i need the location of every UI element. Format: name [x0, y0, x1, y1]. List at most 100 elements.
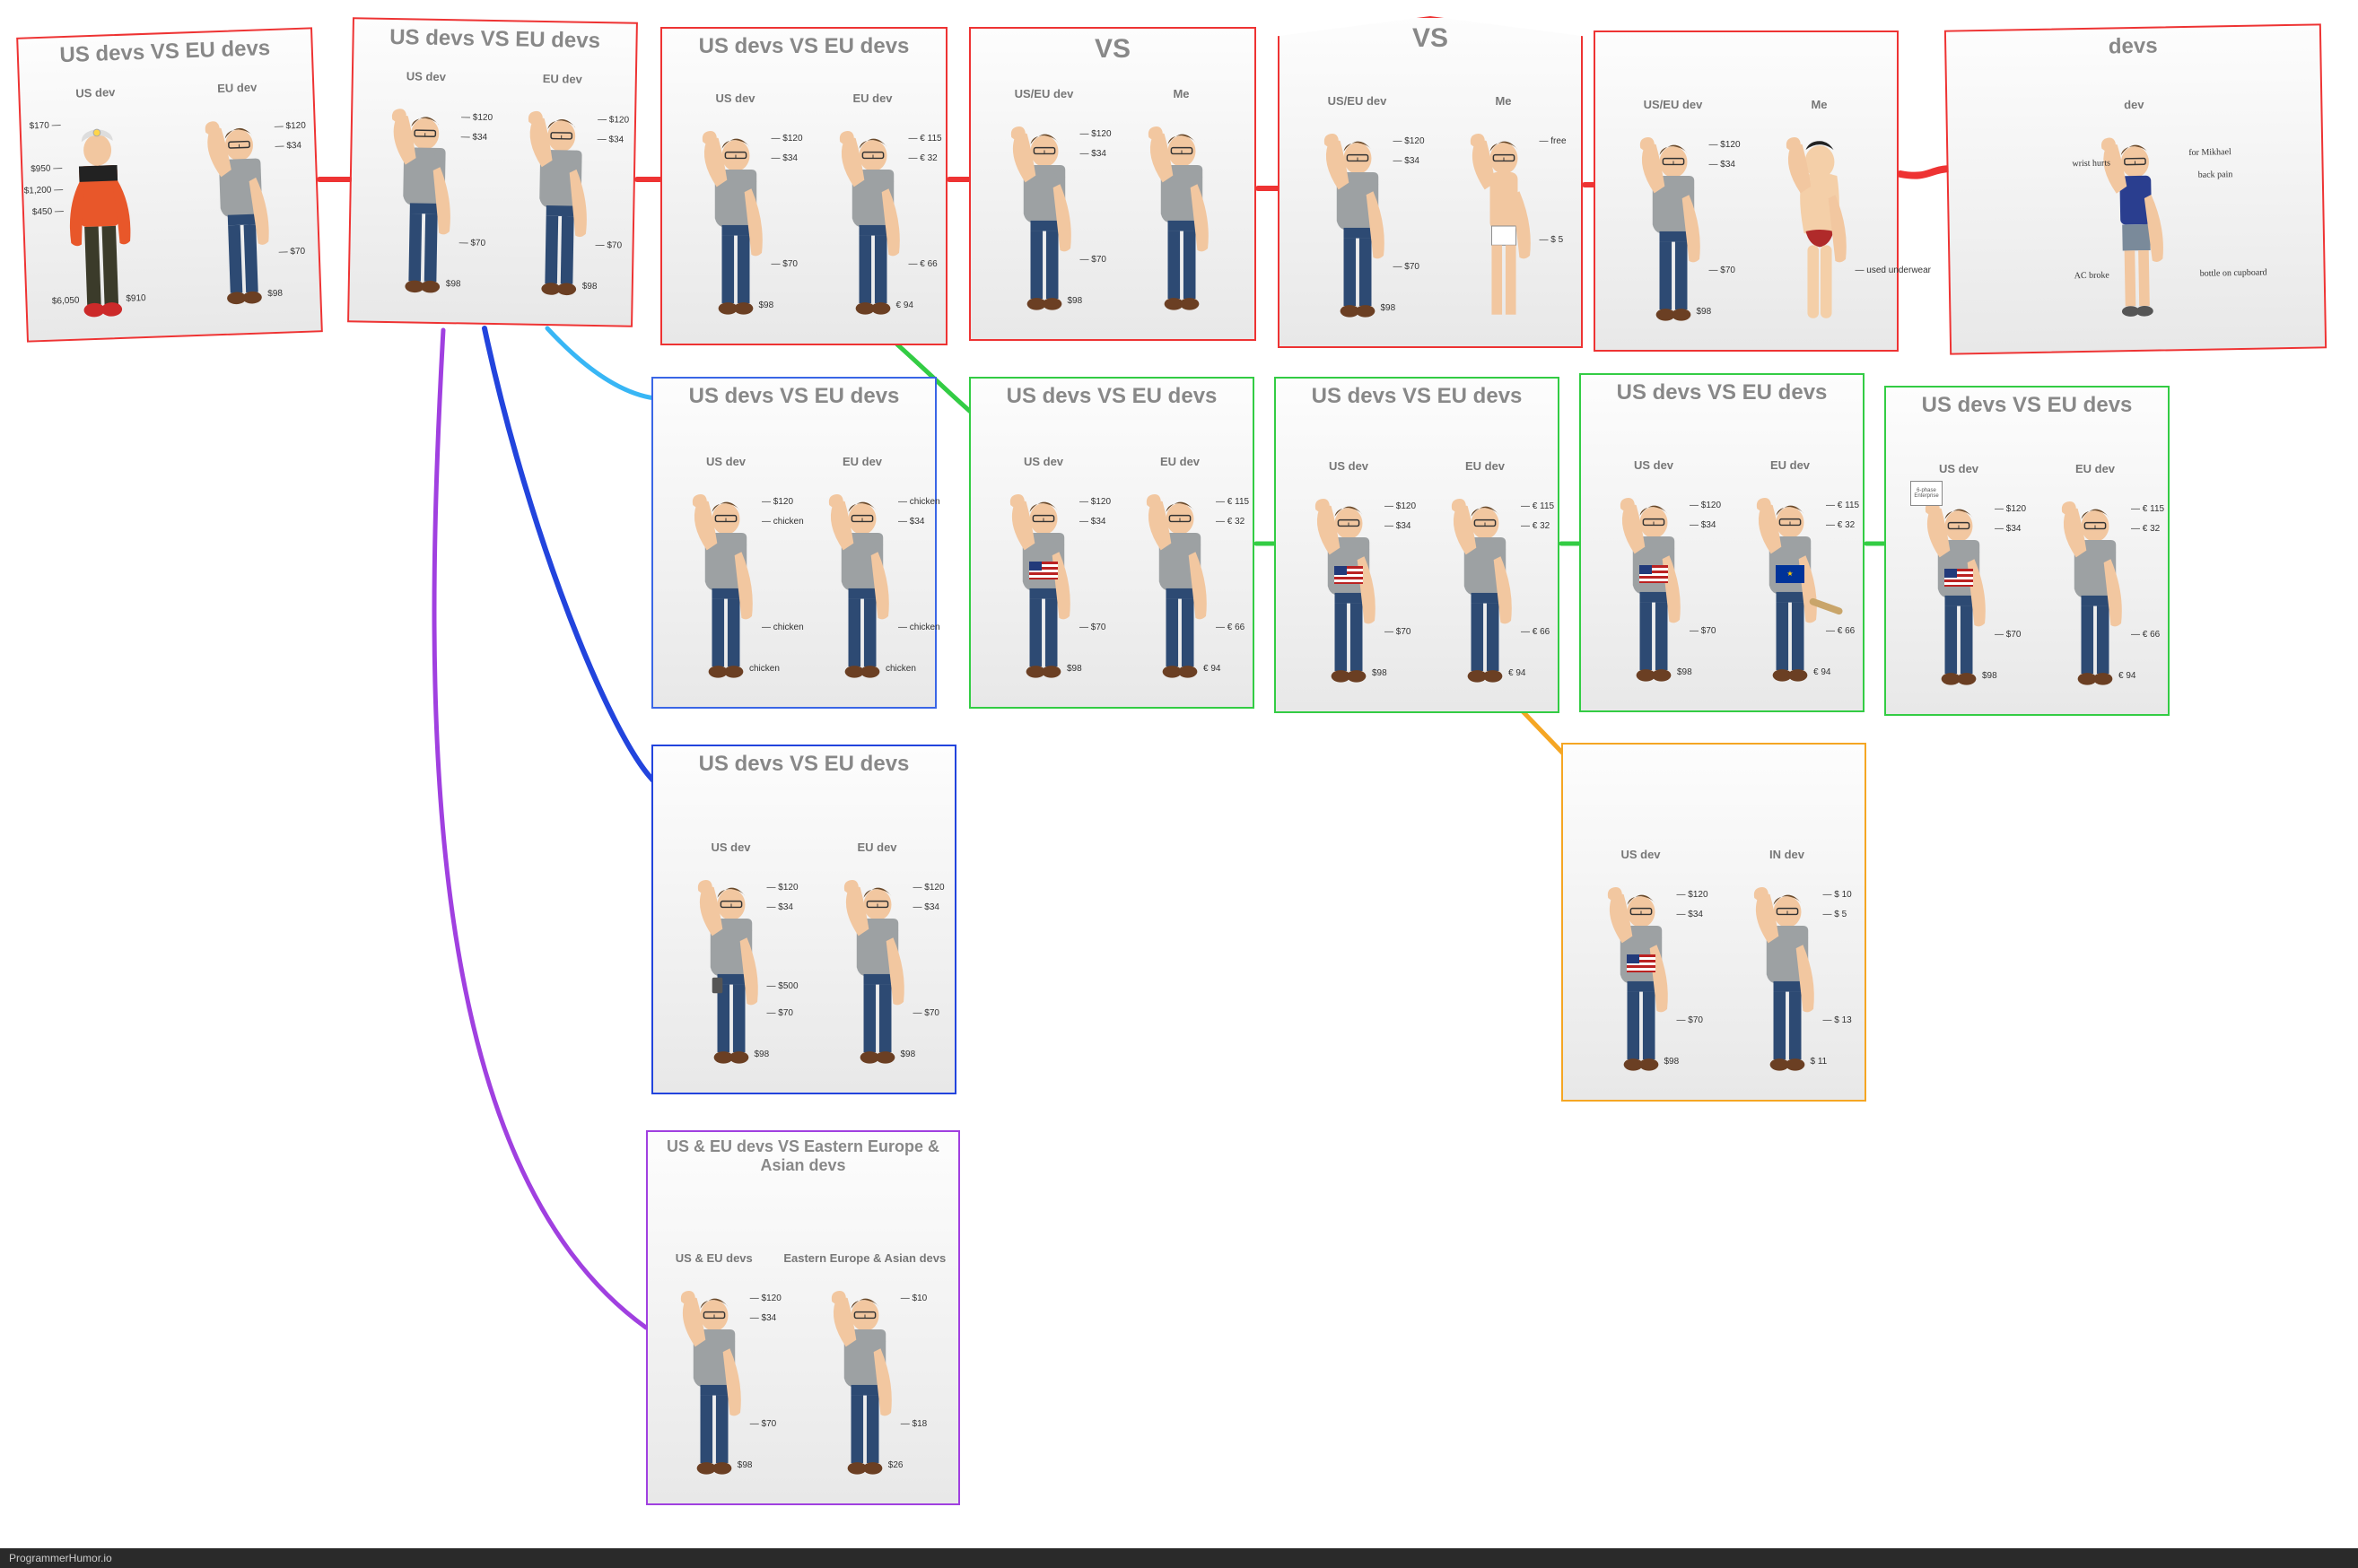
meme-panel: US devs VS EU devsUS dev — $120— — [1274, 377, 1559, 713]
meme-panel: US devs VS EU devsUS dev — $120— — [1579, 373, 1865, 712]
price-annotation: $98 — [738, 1460, 753, 1470]
meme-panel: US devs VS EU devsUS dev — $120— — [660, 27, 948, 345]
figure: EU dev — € 115— € 32— € 66€ 94 — [2041, 462, 2149, 710]
figure: US dev — $120— $34— $70$98 — [682, 91, 790, 340]
meme-panel: US devs VS EU devsUS dev — $120— — [969, 377, 1254, 709]
price-annotation: — $70 — [1080, 255, 1106, 265]
footer-bar: ProgrammerHumor.io — [0, 1548, 2358, 1568]
figure-label: EU dev — [857, 841, 896, 854]
price-annotation: — $120 — [1393, 136, 1425, 146]
us-flag-icon — [1944, 569, 1973, 587]
footer-text: ProgrammerHumor.io — [9, 1552, 112, 1564]
character-icon: $170 —$950 —$1,200 —$450 —$910$6,050 — [42, 100, 158, 336]
character-icon: — $ 10— $ 5— $ 13$ 11 — [1734, 863, 1841, 1096]
price-annotation: — € 66 — [2131, 630, 2160, 640]
figure-label: US dev — [706, 455, 746, 468]
price-annotation: — $70 — [1677, 1015, 1703, 1025]
figure-label: US & EU devs — [676, 1251, 753, 1265]
price-annotation: — $34 — [913, 902, 939, 912]
price-annotation: $98 — [446, 279, 461, 289]
figure-label: US dev — [1620, 848, 1660, 861]
figure-label: US dev — [1329, 459, 1368, 473]
price-annotation: $98 — [901, 1050, 916, 1059]
price-annotation: chicken — [749, 664, 780, 674]
figure-label: US/EU dev — [1644, 98, 1703, 111]
panel-title: US devs VS EU devs — [1590, 380, 1854, 405]
price-annotation: — $34 — [1677, 910, 1703, 919]
figure: EU dev — $120— $34— $70$98 — [504, 71, 616, 321]
price-annotation: — $18 — [901, 1419, 927, 1429]
figure: EU dev — chicken— $34— chickench — [808, 455, 916, 703]
price-annotation: — € 115 — [1216, 497, 1249, 507]
price-annotation: — chicken — [898, 497, 940, 507]
panel-title: US devs VS EU devs — [662, 752, 946, 777]
price-annotation: — $120 — [767, 883, 799, 893]
price-annotation: — € 115 — [1521, 501, 1554, 511]
figure: EU dev — € 115— € 32— € 66€ 94 — [1126, 455, 1234, 703]
figure-label: EU dev — [1160, 455, 1200, 468]
figure: Eastern Europe & Asian devs — $1 — [783, 1251, 946, 1500]
panel-title: US devs VS EU devs — [980, 384, 1244, 409]
figure: US dev — $120— $34— $70$98 — [990, 455, 1097, 703]
price-annotation: $6,050 — [52, 296, 80, 307]
price-annotation: — $70 — [750, 1419, 776, 1429]
figure: Me — free— $ 5 — [1450, 94, 1558, 343]
price-annotation: — $ 13 — [1823, 1015, 1852, 1025]
figure: US/EU dev — $120— $34— $70$98 — [1304, 94, 1411, 343]
figure-label: US dev — [711, 841, 750, 854]
character-icon: — $120— $34— $70$98 — [824, 856, 931, 1089]
meme-panel: US dev — $120— $34— $70$98IN dev — [1561, 743, 1866, 1102]
character-icon: — $10— $18$26 — [811, 1267, 919, 1500]
panel-title: US devs VS EU devs — [1285, 384, 1549, 409]
figure-label: dev — [2124, 98, 2144, 111]
price-annotation: — $70 — [913, 1008, 939, 1018]
price-annotation: — € 115 — [909, 134, 942, 144]
price-annotation: — $ 5 — [1540, 235, 1564, 245]
price-annotation: — $120 — [1690, 501, 1721, 510]
figure: US dev — $120— chicken— chickenc — [672, 455, 780, 703]
handwritten-annotation: AC broke — [2074, 271, 2109, 282]
character-icon: — $120— $34— $70$98 — [1600, 474, 1707, 707]
price-annotation: — $120 — [750, 1294, 782, 1303]
meme-panel: US devs VS EU devsUS dev $170 —$950 —$1,… — [16, 27, 323, 342]
price-annotation: — € 66 — [909, 259, 938, 269]
price-annotation: — € 66 — [1826, 626, 1855, 636]
character-icon: — € 115— € 32— € 66€ 94 — [1431, 475, 1539, 708]
price-annotation: — chicken — [898, 623, 940, 632]
character-icon: — $120— $34— $70$98 — [184, 94, 300, 331]
price-annotation: — € 115 — [2131, 504, 2164, 514]
price-annotation: — $120 — [1384, 501, 1416, 511]
us-flag-icon — [1334, 566, 1363, 584]
price-annotation: $98 — [755, 1050, 770, 1059]
price-annotation: — $70 — [459, 238, 486, 248]
panel-title: US devs VS EU devs — [671, 34, 937, 59]
figure: US & EU devs — $120— $34— $70$98 — [660, 1251, 768, 1500]
panel-title: VS — [980, 34, 1245, 65]
figure-label: US/EU dev — [1015, 87, 1074, 100]
panel-title: US & EU devs VS Eastern Europe & Asian d… — [657, 1137, 949, 1175]
price-annotation: $98 — [582, 282, 598, 292]
price-annotation: $98 — [759, 301, 774, 310]
price-annotation: $1,200 — — [24, 185, 64, 196]
figure-label: US dev — [1634, 458, 1673, 472]
price-annotation: — $34 — [598, 135, 624, 145]
character-icon: — chicken— $34— chickenchicken — [808, 470, 916, 703]
character-icon: — $120— $34— $70$98 — [1304, 109, 1411, 343]
price-annotation: — free — [1540, 136, 1567, 146]
price-annotation: $450 — — [32, 206, 64, 217]
figure: IN dev — $ 10— $ 5— $ 13$ 11 — [1734, 848, 1841, 1096]
character-icon: — $120— $34— $70$98 — [1587, 863, 1695, 1096]
character-icon: wrist hurtsfor Mikhaelback painAC brokeb… — [2081, 112, 2193, 347]
character-icon: — € 115— € 32— € 66€ 94 — [2041, 477, 2149, 710]
character-icon: — $120— $34— $70$98 — [682, 107, 790, 340]
handwritten-annotation: back pain — [2198, 170, 2233, 180]
figure-label: US dev — [406, 69, 446, 83]
meme-panel: US devs VS EU devsUS dev — $120— — [651, 377, 937, 709]
panel-title: VS — [1288, 23, 1572, 54]
diagram-canvas: US devs VS EU devs US dev $170 —$950 —$1,… — [0, 0, 2358, 1568]
meme-panel: US/EU dev — $120— $34— $70$98Me — [1594, 30, 1899, 352]
price-annotation: $170 — — [29, 120, 60, 131]
price-annotation: — $70 — [1709, 266, 1735, 275]
price-annotation: — $34 — [772, 153, 798, 163]
figure-label: US dev — [1024, 455, 1063, 468]
